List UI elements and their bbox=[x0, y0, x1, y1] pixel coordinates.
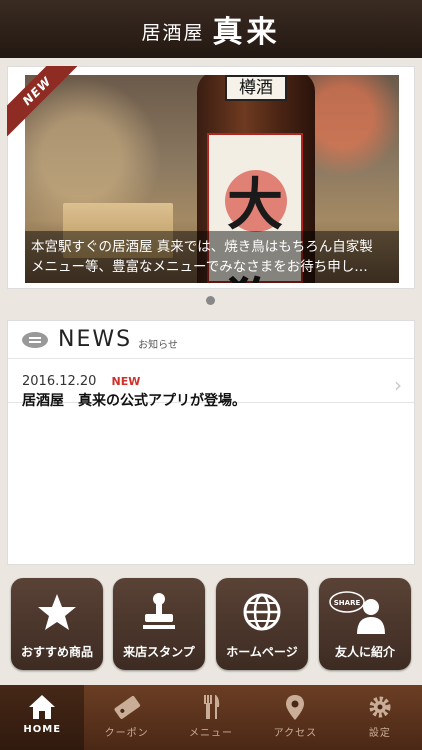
news-title: NEWS bbox=[58, 327, 133, 352]
new-ribbon: NEW bbox=[7, 66, 77, 136]
tab-home[interactable]: HOME bbox=[0, 685, 85, 750]
share-user-icon: SHARE bbox=[329, 591, 385, 634]
tab-label: クーポン bbox=[104, 728, 149, 739]
tile-label: ホームページ bbox=[226, 645, 298, 659]
news-item[interactable]: 2016.12.20 NEW 居酒屋 真来の公式アプリが登場。 › bbox=[8, 359, 414, 409]
star-icon bbox=[38, 594, 76, 630]
homepage-button[interactable]: ホームページ bbox=[216, 578, 308, 670]
speech-bubble-icon bbox=[22, 331, 48, 348]
share-icon-text: SHARE bbox=[334, 599, 361, 607]
tab-label: 設定 bbox=[368, 728, 391, 739]
slider-page-dot[interactable] bbox=[206, 296, 215, 305]
news-new-badge: NEW bbox=[111, 375, 141, 388]
map-pin-icon bbox=[286, 695, 305, 720]
tab-label: メニュー bbox=[189, 728, 234, 739]
tab-label: アクセス bbox=[273, 728, 318, 739]
chevron-right-icon: › bbox=[394, 373, 402, 397]
hero-caption-line2: メニュー等、豊富なメニューでみなさまをお待ち申し… bbox=[31, 259, 368, 275]
cutlery-icon bbox=[204, 695, 220, 719]
tab-access[interactable]: アクセス bbox=[253, 685, 337, 750]
refer-friend-button[interactable]: SHARE 友人に紹介 bbox=[319, 578, 411, 670]
stamp-icon bbox=[143, 593, 175, 629]
header-title-main: 真来 bbox=[212, 15, 281, 50]
tab-settings[interactable]: 設定 bbox=[338, 685, 422, 750]
hero-caption: 本宮駅すぐの居酒屋 真来では、焼き鳥はもちろん自家製 メニュー等、豊富なメニュー… bbox=[25, 231, 399, 283]
tab-menu[interactable]: メニュー bbox=[169, 685, 253, 750]
tile-label: 来店スタンプ bbox=[123, 645, 195, 659]
news-date: 2016.12.20 bbox=[22, 374, 97, 389]
news-panel: NEWS お知らせ 2016.12.20 NEW 居酒屋 真来の公式アプリが登場… bbox=[7, 320, 415, 565]
tab-coupon[interactable]: クーポン bbox=[84, 685, 168, 750]
coupon-icon bbox=[114, 695, 140, 719]
new-ribbon-label: NEW bbox=[7, 66, 77, 136]
header-title-prefix: 居酒屋 bbox=[141, 21, 205, 44]
tab-bar: HOME クーポン メニュー アクセス 設定 bbox=[0, 685, 422, 750]
hero-caption-line1: 本宮駅すぐの居酒屋 真来では、焼き鳥はもちろん自家製 bbox=[31, 239, 373, 255]
tile-label: 友人に紹介 bbox=[334, 645, 395, 659]
globe-icon bbox=[243, 593, 281, 631]
gear-icon bbox=[369, 696, 391, 718]
tab-label: HOME bbox=[23, 724, 62, 735]
bottle-label-top: 樽酒 bbox=[225, 75, 287, 101]
app-header: 居酒屋 真来 bbox=[0, 0, 422, 58]
news-subtitle: お知らせ bbox=[138, 340, 178, 351]
visit-stamp-button[interactable]: 来店スタンプ bbox=[113, 578, 205, 670]
recommended-items-button[interactable]: おすすめ商品 bbox=[11, 578, 103, 670]
hero-image[interactable]: 樽酒 大狗 本宮駅すぐの居酒屋 真来では、焼き鳥はもちろん自家製 メニュー等、豊… bbox=[25, 75, 399, 283]
news-header: NEWS お知らせ bbox=[8, 321, 414, 359]
home-icon bbox=[29, 695, 56, 719]
tile-label: おすすめ商品 bbox=[20, 645, 93, 659]
news-text: 居酒屋 真来の公式アプリが登場。 bbox=[22, 393, 246, 409]
